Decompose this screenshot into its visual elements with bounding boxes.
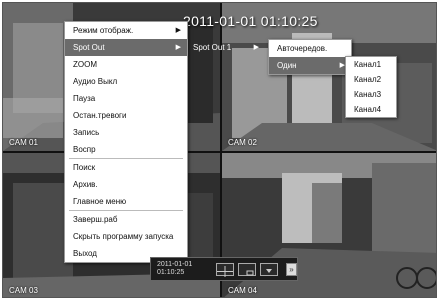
launcher-datetime: 2011-01-01 01:10:25	[157, 261, 192, 277]
menu-item-spot-out-1[interactable]: Spot Out 1 ▶	[185, 39, 265, 56]
menu-item-label: Главное меню	[73, 197, 127, 206]
camera-label: CAM 02	[228, 138, 257, 147]
expand-arrow-icon[interactable]: »	[286, 263, 297, 276]
menu-item-label: Канал2	[354, 75, 382, 84]
menu-item-zoom[interactable]: ZOOM	[65, 56, 187, 73]
menu-item-label: Запись	[73, 128, 100, 137]
menu-item-pause[interactable]: Пауза	[65, 90, 187, 107]
menu-item-audio-off[interactable]: Аудио Выкл	[65, 73, 187, 90]
menu-item-main-menu[interactable]: Главное меню	[65, 193, 187, 210]
menu-item-channel-1[interactable]: Канал1	[346, 57, 396, 72]
camera-label: CAM 03	[9, 286, 38, 295]
menu-item-label: Пауза	[73, 94, 96, 103]
menu-item-archive[interactable]: Архив.	[65, 176, 187, 193]
menu-item-single[interactable]: Один ▶	[269, 57, 351, 74]
dropdown-icon[interactable]	[260, 263, 278, 276]
submenu-arrow-icon: ▶	[253, 44, 259, 51]
spot-out-submenu: Spot Out 1 ▶	[185, 39, 265, 56]
menu-item-shutdown[interactable]: Заверш.раб	[65, 211, 187, 228]
menu-item-label: Поиск	[73, 163, 96, 172]
camera-label: CAM 04	[228, 286, 257, 295]
launcher-bar: 2011-01-01 01:10:25	[150, 257, 298, 281]
menu-item-stop-alarm[interactable]: Остан.тревоги	[65, 107, 187, 124]
menu-item-channel-2[interactable]: Канал2	[346, 72, 396, 87]
menu-item-label: Воспр	[73, 145, 96, 154]
menu-item-label: Скрыть программу запуска	[73, 232, 174, 241]
channel-submenu: Канал1 Канал2 Канал3 Канал4	[345, 56, 397, 118]
menu-item-label: Заверш.раб	[73, 215, 118, 224]
menu-item-label: Канал1	[354, 60, 382, 69]
menu-item-spot-out[interactable]: Spot Out ▶	[65, 39, 187, 56]
menu-item-label: Канал3	[354, 90, 382, 99]
launcher-time: 01:10:25	[157, 269, 185, 276]
menu-item-search[interactable]: Поиск	[65, 159, 187, 176]
menu-item-label: Один	[277, 61, 297, 70]
menu-item-channel-4[interactable]: Канал4	[346, 102, 396, 117]
menu-item-label: Выход	[73, 249, 97, 258]
menu-item-label: Spot Out	[73, 43, 105, 52]
datetime-overlay: 2011-01-01 01:10:25	[183, 13, 318, 29]
submenu-arrow-icon: ▶	[175, 27, 181, 34]
menu-item-label: Канал4	[354, 105, 382, 114]
menu-item-label: Spot Out 1	[193, 43, 232, 52]
menu-item-label: Архив.	[73, 180, 98, 189]
launcher-date: 2011-01-01	[157, 261, 193, 268]
menu-item-label: Остан.тревоги	[73, 111, 127, 120]
split-screen-icon[interactable]	[216, 263, 234, 277]
submenu-arrow-icon: ▶	[175, 44, 181, 51]
menu-item-channel-3[interactable]: Канал3	[346, 87, 396, 102]
menu-item-display-mode[interactable]: Режим отображ. ▶	[65, 22, 187, 39]
context-menu: Режим отображ. ▶ Spot Out ▶ ZOOM Аудио Вык…	[64, 21, 188, 263]
menu-item-label: Аудио Выкл	[73, 77, 118, 86]
camera-label: CAM 01	[9, 138, 38, 147]
menu-item-label: ZOOM	[73, 60, 97, 69]
menu-item-label: Режим отображ.	[73, 26, 134, 35]
menu-item-record[interactable]: Запись	[65, 124, 187, 141]
menu-item-sequence[interactable]: Авточередов.	[269, 40, 351, 57]
menu-item-hide-launcher[interactable]: Скрыть программу запуска	[65, 228, 187, 245]
spot-mode-submenu: Авточередов. Один ▶	[268, 39, 352, 75]
menu-item-play[interactable]: Воспр	[65, 141, 187, 158]
menu-item-label: Авточередов.	[277, 44, 328, 53]
pip-mode-icon[interactable]	[238, 263, 256, 276]
